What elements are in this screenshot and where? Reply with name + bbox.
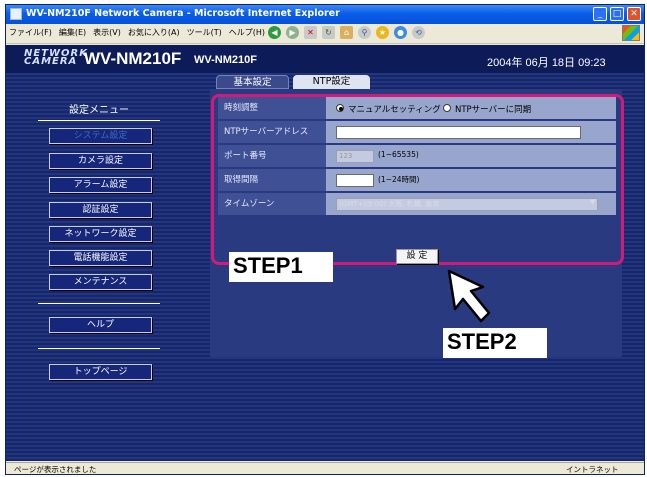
sidebar-item-maintenance[interactable]: メンテナンス xyxy=(49,274,152,290)
sidebar-item-phone[interactable]: 電話機能設定 xyxy=(49,250,152,266)
status-bar: ページが表示されました イントラネット xyxy=(6,462,644,474)
media-icon[interactable]: ● xyxy=(394,26,407,39)
set-button[interactable]: 設 定 xyxy=(396,249,438,264)
network-camera-logo: NETWORK CAMERA xyxy=(24,48,89,67)
sidebar-item-auth[interactable]: 認証設定 xyxy=(49,202,152,218)
help-button[interactable]: ヘルプ xyxy=(49,317,152,333)
settings-menu-title: 設定メニュー xyxy=(38,101,160,121)
sidebar-item-camera[interactable]: カメラ設定 xyxy=(49,153,152,169)
datetime: 2004年 06月 18日 09:23 xyxy=(487,57,606,69)
menu-bar: ファイル(F) 編集(E) 表示(V) お気に入り(A) ツール(T) ヘルプ(… xyxy=(6,24,644,44)
stop-icon[interactable]: ✕ xyxy=(304,26,317,39)
favorites-icon[interactable]: ★ xyxy=(376,26,389,39)
refresh-icon[interactable]: ↻ xyxy=(322,26,335,39)
menu-edit[interactable]: 編集(E) xyxy=(59,27,86,38)
search-icon[interactable]: ⚲ xyxy=(358,26,371,39)
back-icon[interactable]: ◀ xyxy=(268,26,281,39)
menu-help[interactable]: ヘルプ(H) xyxy=(229,27,265,38)
window-title: WV-NM210F Network Camera - Microsoft Int… xyxy=(26,8,340,19)
sidebar-divider xyxy=(38,303,160,304)
model-subtitle: WV-NM210F xyxy=(194,54,257,66)
step2-label: STEP2 xyxy=(443,328,547,358)
sidebar-item-alarm[interactable]: アラーム設定 xyxy=(49,177,152,193)
model-name: WV-NM210F xyxy=(84,49,182,68)
step1-highlight-box xyxy=(211,94,624,265)
tab-basic-settings[interactable]: 基本設定 xyxy=(216,75,289,89)
ie-icon xyxy=(10,8,22,20)
minimize-button[interactable]: _ xyxy=(593,7,607,21)
pointer-arrow-icon xyxy=(447,269,491,323)
menu-favorites[interactable]: お気に入り(A) xyxy=(128,27,180,38)
sidebar-item-system[interactable]: システム設定 xyxy=(49,128,152,144)
home-icon[interactable]: ⌂ xyxy=(340,26,353,39)
title-bar: WV-NM210F Network Camera - Microsoft Int… xyxy=(6,5,644,24)
status-zone: イントラネット xyxy=(566,465,619,474)
browser-window: WV-NM210F Network Camera - Microsoft Int… xyxy=(5,4,645,475)
menu-tools[interactable]: ツール(T) xyxy=(187,27,222,38)
windows-logo-icon xyxy=(622,25,640,41)
sidebar-item-network[interactable]: ネットワーク設定 xyxy=(49,226,152,242)
close-button[interactable]: ✕ xyxy=(627,7,641,21)
maximize-button[interactable]: □ xyxy=(610,7,624,21)
status-text: ページが表示されました xyxy=(14,465,97,474)
forward-icon[interactable]: ▶ xyxy=(286,26,299,39)
step1-label: STEP1 xyxy=(229,252,333,282)
sidebar-divider xyxy=(38,348,160,349)
top-page-button[interactable]: トップページ xyxy=(49,364,152,380)
history-icon[interactable]: ⟲ xyxy=(412,26,425,39)
menu-file[interactable]: ファイル(F) xyxy=(9,27,52,38)
menu-view[interactable]: 表示(V) xyxy=(93,27,121,38)
tab-ntp-settings[interactable]: NTP設定 xyxy=(293,75,370,89)
page-header: NETWORK CAMERA WV-NM210F WV-NM210F 2004年… xyxy=(6,45,644,73)
